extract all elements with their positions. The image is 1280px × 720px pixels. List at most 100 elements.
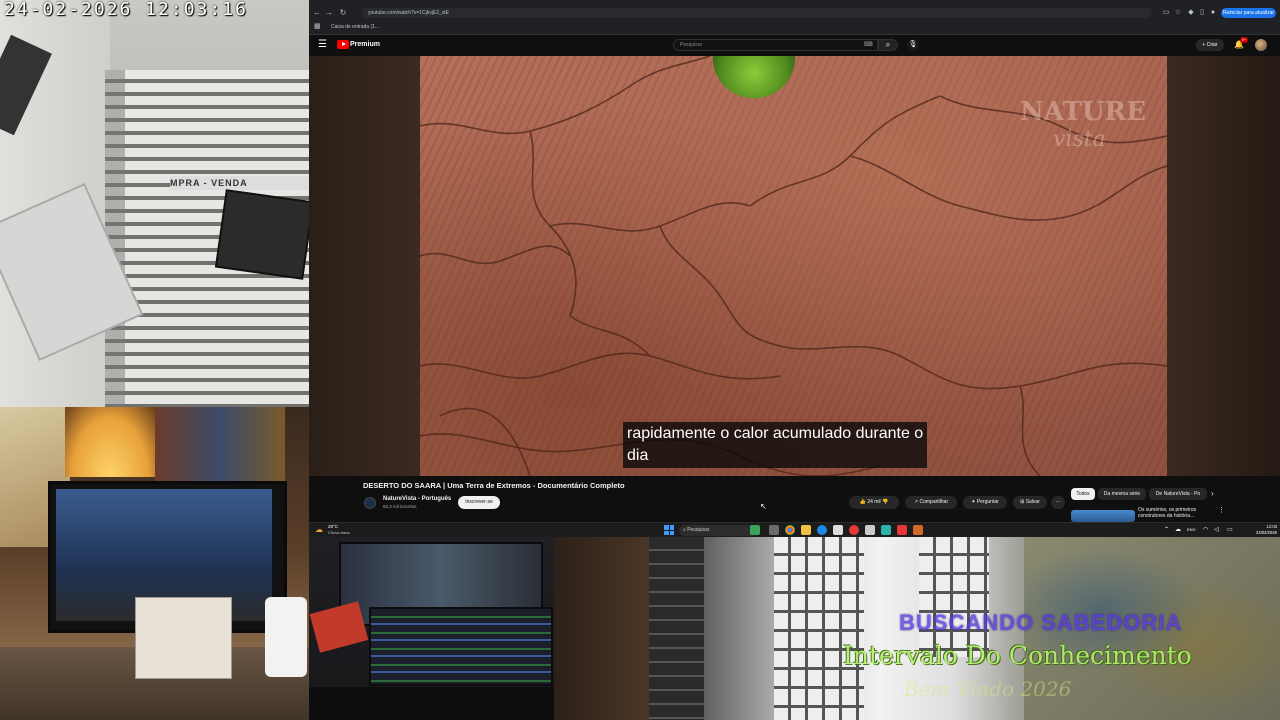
youtube-brand[interactable]: Premium	[350, 39, 380, 51]
account-avatar[interactable]	[1255, 39, 1267, 51]
bottle	[265, 597, 307, 677]
more-actions-button[interactable]: ···	[1051, 496, 1065, 509]
system-clock[interactable]: 12:03 24/02/2026	[1249, 524, 1277, 536]
caption-line: rapidamente o calor acumulado durante o	[627, 425, 924, 442]
shop-sign: MPRA - VENDA	[170, 176, 309, 190]
video-player[interactable]: NATURE vista rapidamente o calor acumula…	[420, 56, 1167, 476]
update-button[interactable]: Reiniciar para atualizar	[1221, 8, 1276, 18]
input-language[interactable]: ENG	[1187, 527, 1196, 533]
subscribe-button[interactable]: Inscrever-se	[458, 496, 500, 509]
chip-all[interactable]: Todos	[1071, 488, 1095, 500]
task-view-icon[interactable]	[769, 525, 779, 535]
search-input[interactable]: Pesquisar	[673, 39, 878, 51]
wooden-door	[554, 537, 649, 720]
wall-art	[155, 407, 285, 487]
clock-date: 24/02/2026	[1256, 530, 1277, 535]
ask-label: Perguntar	[976, 499, 999, 505]
desk-webcam-feed	[0, 407, 309, 720]
like-dislike-group[interactable]: 👍 24 mil 👎	[849, 496, 899, 509]
save-label: Salvar	[1025, 499, 1040, 505]
edge-icon[interactable]	[817, 525, 827, 535]
ask-button[interactable]: ✦ Perguntar	[963, 496, 1007, 509]
wifi-icon[interactable]: ◠	[1203, 525, 1208, 535]
share-button[interactable]: ↗ Compartilhar	[905, 496, 957, 509]
widget-app-icon[interactable]	[750, 525, 760, 535]
hamburger-menu-icon[interactable]: ☰	[318, 39, 328, 51]
weather-cloud-icon[interactable]: ☁	[315, 525, 325, 535]
bookshelf	[649, 537, 704, 720]
window	[919, 537, 989, 657]
extension-icon[interactable]: ◆	[1187, 8, 1195, 18]
channel-name[interactable]: NatureVista - Português	[383, 495, 451, 503]
youtube-logo-icon[interactable]	[337, 40, 349, 49]
speaker-icon[interactable]: ◁	[1214, 525, 1219, 535]
cast-icon[interactable]: ▭	[1162, 8, 1170, 18]
taskbar-search[interactable]: ⌕ Pesquisar	[679, 525, 757, 536]
taskbar-search-label: Pesquisar	[687, 527, 710, 533]
microphone-icon[interactable]: 🎙	[907, 39, 919, 51]
reload-icon[interactable]: ↻	[338, 7, 348, 19]
chrome-icon[interactable]	[785, 525, 795, 535]
subscriber-count: 60,3 mil inscritos	[383, 504, 417, 509]
channel-watermark: NATURE	[1020, 97, 1146, 127]
battery-icon[interactable]: ▭	[1227, 525, 1233, 535]
tray-chevron-icon[interactable]: ⌃	[1164, 525, 1169, 535]
lamp-light	[65, 407, 155, 477]
caption-line: dia	[627, 447, 649, 464]
studio-desk	[309, 687, 554, 720]
overlay-heading: BUSCANDO SABEDORIA	[899, 610, 1183, 635]
chip-same-series[interactable]: Da mesma série	[1098, 488, 1146, 500]
desk-calendar	[135, 597, 232, 679]
back-icon[interactable]: ←	[312, 7, 322, 19]
youtube-header: ☰ Premium Pesquisar ⌨ ⌕ 🎙 + Criar 🔔 9+	[309, 35, 1280, 56]
dislike-icon[interactable]: 👎	[882, 499, 888, 505]
notification-badge: 9+	[1240, 37, 1248, 43]
apps-grid-icon[interactable]: ▦	[314, 22, 324, 32]
channel-watermark-script: vista	[1053, 127, 1106, 152]
video-caption: rapidamente o calor acumulado durante o …	[623, 422, 928, 468]
like-count: 24 mil	[867, 499, 881, 505]
video-title: DESERTO DO SAARA | Uma Terra de Extremos…	[363, 481, 625, 490]
studio-webcam-feed	[309, 537, 554, 720]
chip-channel[interactable]: De NatureVista - Po	[1149, 488, 1207, 500]
overlay-subtitle: Bem Vindo 2026	[904, 677, 1072, 701]
windows-taskbar: ☁ 29°C Chuva fraca ⌕ Pesquisar ⌃ ☁ ENG ◠…	[309, 522, 1280, 538]
more-vert-icon[interactable]: ⋮	[1218, 507, 1225, 515]
video-letterbox-left	[309, 56, 420, 476]
profile-icon[interactable]: ●	[1209, 8, 1217, 18]
bookmark-inbox[interactable]: Caixa de entrada (1...	[331, 22, 379, 32]
video-letterbox-right	[1167, 56, 1280, 476]
bookmark-star-icon[interactable]: ☆	[1174, 8, 1182, 18]
vlc-icon[interactable]	[913, 525, 923, 535]
bookmarks-bar: ▦ Caixa de entrada (1...	[309, 20, 1280, 35]
save-button[interactable]: ⊞ Salvar	[1013, 496, 1047, 509]
create-button[interactable]: + Criar	[1196, 39, 1224, 51]
forward-icon[interactable]: →	[324, 7, 334, 19]
red-app-icon[interactable]	[897, 525, 907, 535]
shield-app-icon[interactable]	[865, 525, 875, 535]
sidebar-icon[interactable]: ▯	[1198, 8, 1206, 18]
overlay-title: Intervalo Do Conhecimento	[843, 641, 1192, 670]
onedrive-icon[interactable]: ☁	[1175, 525, 1181, 535]
windows-start-icon[interactable]	[664, 525, 674, 535]
search-button[interactable]: ⌕	[878, 39, 898, 51]
hanging-laptop	[214, 189, 309, 280]
teal-app-icon[interactable]	[881, 525, 891, 535]
opera-icon[interactable]	[849, 525, 859, 535]
red-box	[309, 601, 369, 653]
camera-timestamp: 24-02-2026 12:03:16	[4, 0, 248, 20]
address-bar[interactable]: youtube.com/watch?v=1CjkvjE2_vtE	[362, 8, 1152, 18]
browser-window: ← → ↻ youtube.com/watch?v=1CjkvjE2_vtE ▭…	[309, 0, 1280, 522]
mouse-cursor-icon: ↖	[760, 502, 767, 511]
file-explorer-icon[interactable]	[801, 525, 811, 535]
recommendation-title[interactable]: Os sumérios, os primeiros construtores d…	[1138, 507, 1218, 519]
store-icon[interactable]	[833, 525, 843, 535]
address-toolbar: ← → ↻ youtube.com/watch?v=1CjkvjE2_vtE ▭…	[309, 6, 1280, 20]
channel-avatar[interactable]	[364, 497, 376, 509]
weather-description[interactable]: Chuva fraca	[328, 530, 350, 536]
chevron-right-icon[interactable]: ›	[1211, 488, 1214, 500]
window	[774, 537, 864, 720]
recommendation-thumbnail[interactable]	[1071, 510, 1135, 522]
room-webcam-feed: BUSCANDO SABEDORIA Intervalo Do Conhecim…	[554, 537, 1280, 720]
keyboard-icon[interactable]: ⌨	[864, 39, 874, 51]
